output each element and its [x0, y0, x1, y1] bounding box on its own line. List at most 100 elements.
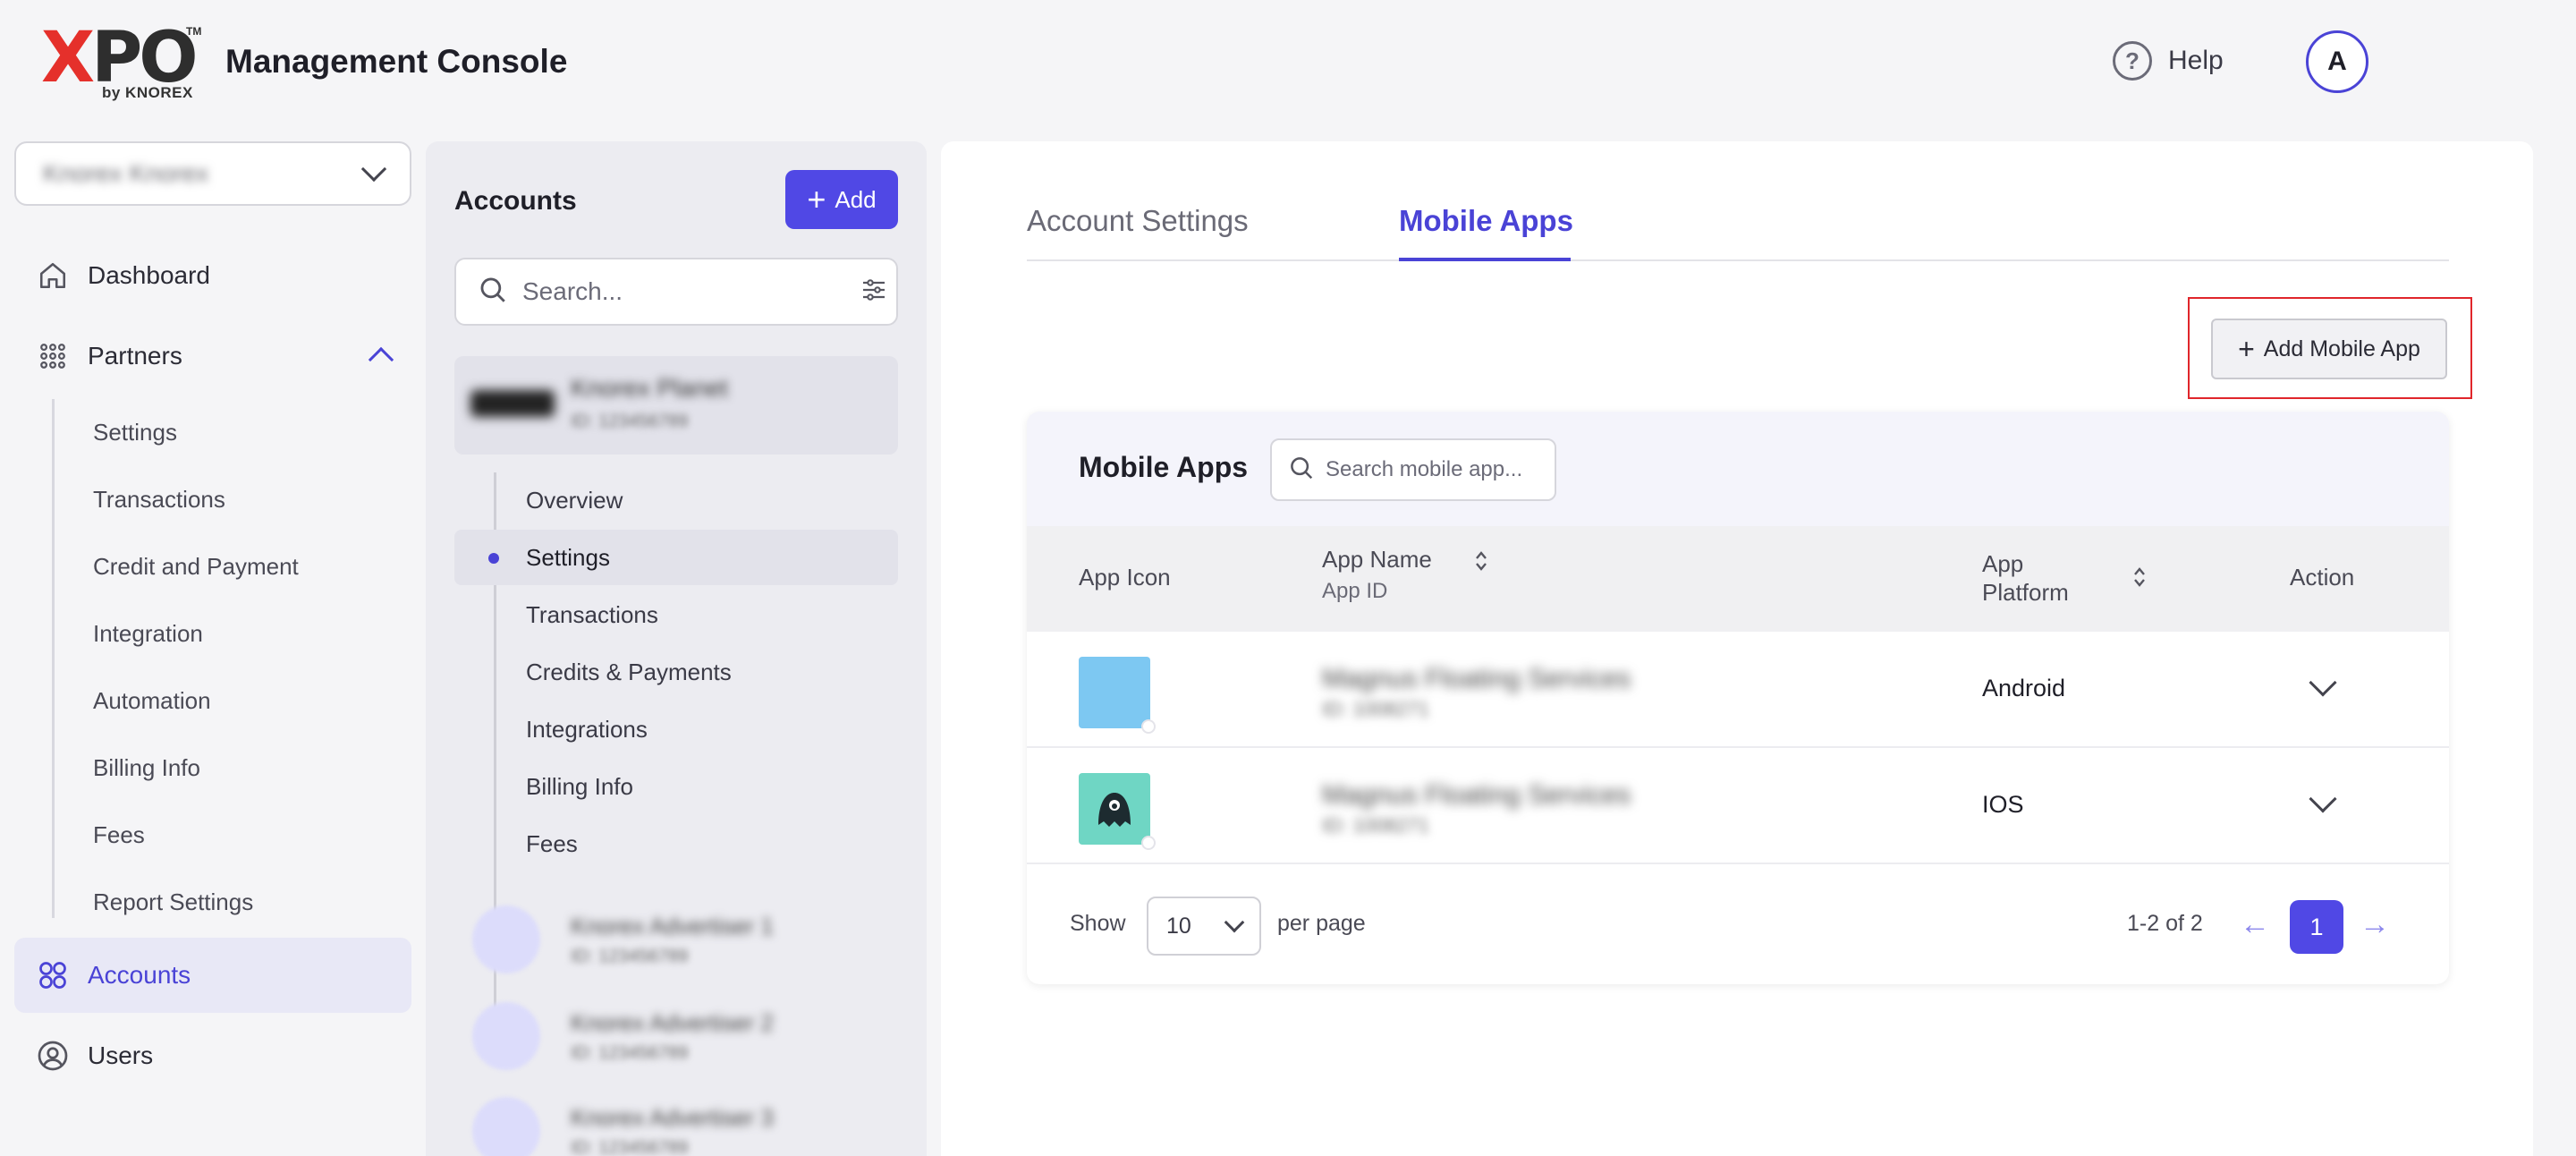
account-sub-item-settings[interactable]: Settings: [526, 544, 610, 572]
tab-mobile-apps[interactable]: Mobile Apps: [1399, 204, 1573, 238]
sidebar-item-label: Partners: [88, 342, 182, 370]
tab-bar: Account Settings Mobile Apps: [1027, 195, 2449, 261]
chevron-down-icon: [1224, 912, 1245, 933]
app-id: ID: 1008271: [1322, 814, 1429, 837]
sidebar-item-users[interactable]: Users: [14, 1018, 411, 1093]
tab-account-settings[interactable]: Account Settings: [1027, 204, 1249, 238]
home-icon: [36, 259, 70, 293]
arrow-left-icon[interactable]: ←: [2240, 907, 2270, 942]
sort-icon[interactable]: [2132, 565, 2147, 589]
app-platform: IOS: [1982, 791, 2024, 818]
chevron-down-icon: [360, 156, 387, 183]
plus-icon: +: [807, 181, 826, 217]
accounts-title: Accounts: [454, 186, 577, 216]
xpo-logo[interactable]: XPO TM by KNOREX: [41, 23, 202, 104]
card-header: Mobile Apps: [1027, 412, 2449, 526]
table-row: Magnus Floating Services ID: 1008271 IOS: [1027, 748, 2449, 864]
circles-icon: [36, 958, 70, 992]
page-button-current[interactable]: 1: [2290, 900, 2343, 954]
filter-icon[interactable]: [860, 276, 888, 309]
table-header: App Icon App Name App ID App Platform Ac…: [1027, 526, 2449, 632]
chevron-down-icon[interactable]: [2309, 668, 2337, 697]
pagination-footer: Show 10 per page 1-2 of 2 ← 1 →: [1027, 864, 2449, 984]
accounts-search-input[interactable]: [522, 277, 845, 306]
account-avatar: [472, 1002, 540, 1070]
user-circle-icon: [36, 1039, 70, 1073]
account-sub-item-billing-info[interactable]: Billing Info: [526, 773, 633, 801]
account-sub-item-transactions[interactable]: Transactions: [526, 601, 658, 629]
accounts-search: [454, 258, 898, 326]
arrow-right-icon[interactable]: →: [2360, 907, 2390, 942]
add-account-button[interactable]: + Add: [785, 170, 898, 229]
app-name: Magnus Floating Services: [1322, 664, 1631, 693]
sidebar-item-label: Users: [88, 1041, 154, 1069]
partner-sub-item-settings[interactable]: Settings: [93, 419, 177, 446]
organization-select[interactable]: Knorex Knorex: [14, 141, 411, 206]
account-sub-item-overview[interactable]: Overview: [526, 487, 623, 514]
accounts-panel: Accounts + Add Knorex Planet ID: 1234567…: [426, 141, 927, 1156]
sidebar-item-accounts[interactable]: Accounts: [14, 938, 411, 1013]
partner-sub-item-integration[interactable]: Integration: [93, 620, 203, 648]
show-label: Show: [1070, 911, 1126, 936]
add-mobile-app-button[interactable]: + Add Mobile App: [2211, 319, 2447, 379]
top-header: XPO TM by KNOREX Management Console ? He…: [0, 0, 2576, 134]
account-sub-item-active-bg: [454, 530, 898, 585]
mobile-app-search-input[interactable]: [1326, 457, 1603, 482]
partner-sub-item-fees[interactable]: Fees: [93, 821, 145, 849]
mobile-apps-card: Mobile Apps App Icon App Name App ID App…: [1027, 412, 2449, 984]
chevron-up-icon[interactable]: [368, 346, 394, 373]
table-row: Magnus Floating Services ID: 1008271 And…: [1027, 632, 2449, 748]
active-dot-icon: [488, 553, 499, 564]
sidebar-item-dashboard[interactable]: Dashboard: [14, 238, 411, 313]
sidebar-item-partners[interactable]: Partners: [14, 319, 411, 394]
partner-sub-item-billing-info[interactable]: Billing Info: [93, 754, 200, 782]
search-icon: [1288, 455, 1315, 486]
avatar[interactable]: A: [2306, 30, 2368, 93]
column-app-icon: App Icon: [1079, 564, 1171, 591]
selected-account-name: Knorex Planet: [571, 374, 728, 402]
app-id: ID: 1008271: [1322, 698, 1429, 720]
column-app-name[interactable]: App Name App ID: [1322, 546, 1432, 604]
account-list-item[interactable]: Knorex Advertiser 2 ID: 123456789: [472, 1002, 884, 1074]
app-name: Magnus Floating Services: [1322, 780, 1631, 810]
column-action: Action: [2290, 564, 2355, 591]
selected-account[interactable]: Knorex Planet ID: 123456789: [454, 356, 898, 455]
question-icon: ?: [2113, 41, 2152, 81]
per-page-label: per page: [1277, 911, 1366, 936]
mobile-app-search: [1270, 438, 1603, 501]
app-title: Management Console: [225, 43, 568, 80]
sort-icon[interactable]: [1474, 549, 1488, 573]
account-sub-item-credits-payments[interactable]: Credits & Payments: [526, 659, 732, 686]
pagination-range: 1-2 of 2: [2127, 911, 2203, 936]
app-platform: Android: [1982, 675, 2066, 701]
per-page-select[interactable]: 10: [1147, 897, 1261, 956]
partners-subnav-line: [52, 399, 55, 918]
account-sub-item-fees[interactable]: Fees: [526, 830, 578, 858]
plus-icon: +: [2238, 333, 2255, 365]
active-tab-indicator: [1399, 258, 1571, 261]
help-button[interactable]: ? Help: [2113, 41, 2224, 81]
account-list-item[interactable]: Knorex Advertiser 3 ID: 123456789: [472, 1097, 884, 1156]
app-icon-image: [1079, 773, 1156, 850]
account-logo: [470, 390, 555, 417]
partner-sub-item-automation[interactable]: Automation: [93, 687, 211, 715]
partner-sub-item-transactions[interactable]: Transactions: [93, 486, 225, 514]
octopus-icon: [1098, 793, 1131, 827]
organization-name: Knorex Knorex: [43, 159, 209, 187]
search-icon: [478, 275, 508, 310]
main-content: Account Settings Mobile Apps + Add Mobil…: [941, 141, 2533, 1156]
partner-sub-item-credit-payment[interactable]: Credit and Payment: [93, 553, 299, 581]
chevron-down-icon[interactable]: [2309, 785, 2337, 813]
help-label: Help: [2168, 46, 2224, 75]
account-avatar: [472, 1097, 540, 1156]
column-app-platform[interactable]: App Platform: [1982, 549, 2089, 607]
account-list-item[interactable]: Knorex Advertiser 1 ID: 123456789: [472, 905, 884, 977]
partner-sub-item-report-settings[interactable]: Report Settings: [93, 888, 253, 916]
sidebar-item-label: Dashboard: [88, 261, 210, 289]
sidebar-item-label: Accounts: [88, 961, 191, 989]
app-icon-image: [1079, 657, 1156, 734]
selected-account-id: ID: 123456789: [571, 412, 689, 431]
account-sub-item-integrations[interactable]: Integrations: [526, 716, 648, 744]
account-avatar: [472, 905, 540, 973]
grid-icon: [36, 339, 70, 373]
